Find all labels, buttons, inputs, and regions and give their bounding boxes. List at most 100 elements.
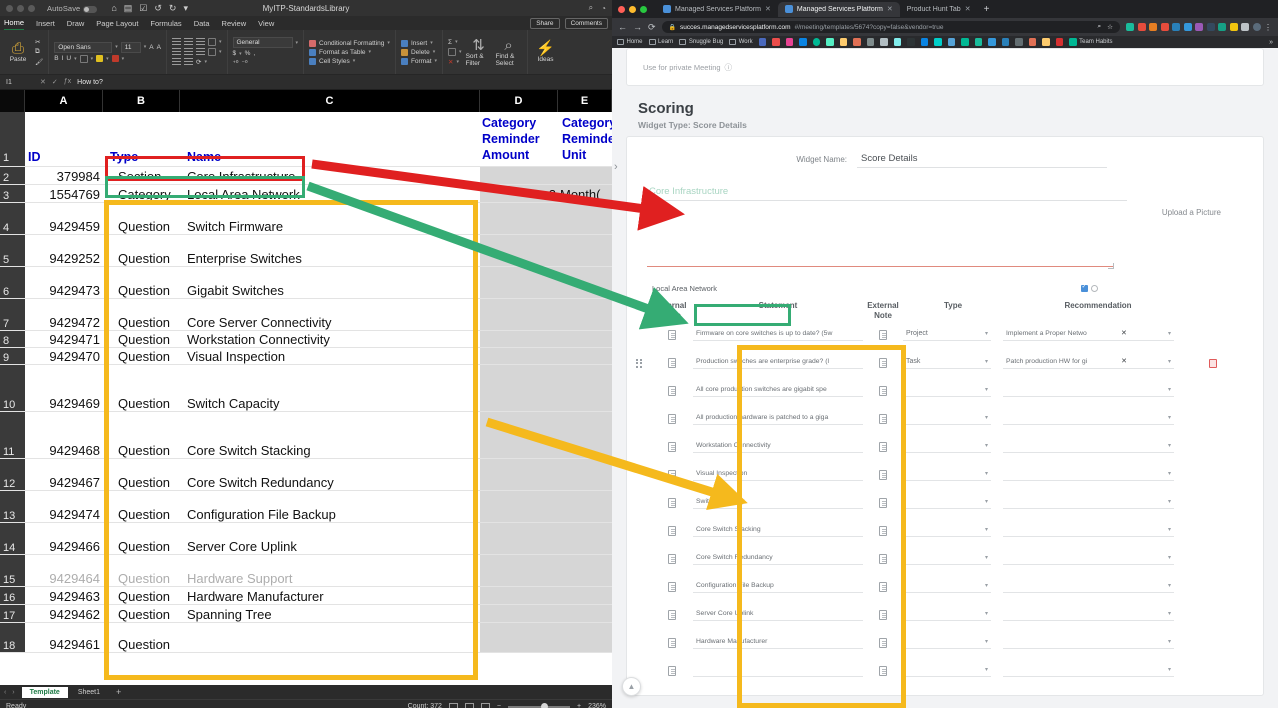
browser-tab-2[interactable]: Managed Services Platform ✕ [777,1,900,17]
chevron-down-icon[interactable]: ▾ [74,56,77,62]
external-note-cell[interactable] [863,442,903,452]
cell-a9[interactable]: 9429470 [25,348,103,364]
cell-b14[interactable]: Question [103,523,180,554]
cell-d4[interactable] [480,203,558,234]
bookmark-icon-8[interactable] [853,38,861,46]
recommendation-cell[interactable]: ▾ [1003,554,1193,565]
cell-e11[interactable] [558,412,612,458]
bookmark-icon-21[interactable] [1028,38,1037,46]
bookmarks-overflow-icon[interactable]: » [1269,39,1273,46]
cell-a17[interactable]: 9429462 [25,605,103,622]
profile-avatar-icon[interactable] [1252,23,1261,31]
column-header-d[interactable]: D [480,90,558,112]
cell-a5[interactable]: 9429252 [25,235,103,266]
format-cells-button[interactable]: Format ▾ [400,57,437,65]
statement-cell[interactable]: Switch Capacity [693,498,863,509]
ribbon-tab-home[interactable]: Home [4,18,25,30]
bookmark-icon-22[interactable] [1042,38,1050,46]
recommendation-cell[interactable]: ▾ [1003,666,1193,677]
cell-a7[interactable]: 9429472 [25,299,103,330]
align-center-icon[interactable] [183,48,193,56]
cell-a1[interactable]: ID [25,112,103,166]
table-row[interactable]: 17 9429462 Question Spanning Tree [0,605,612,623]
textarea-resize-grip[interactable] [1108,263,1114,269]
note-document-icon[interactable] [668,330,676,340]
delete-cell[interactable] [1193,358,1233,368]
browser-menu-icon[interactable]: ⋮ [1264,23,1272,32]
note-document-icon[interactable] [879,470,887,480]
ribbon-tab-data[interactable]: Data [194,19,210,30]
quick-access-toolbar[interactable]: ⌂ ▤ ☑ ↺ ↻ ▾ [111,3,188,14]
cell-b7[interactable]: Question [103,299,180,330]
widget-name-input[interactable] [857,151,1107,168]
note-document-icon[interactable] [668,554,676,564]
cell-e14[interactable] [558,523,612,554]
row-header-2[interactable]: 2 [0,167,25,184]
cell-b16[interactable]: Question [103,587,180,604]
cell-e12[interactable] [558,459,612,490]
sheet-nav-arrows[interactable]: ‹ › [4,689,17,696]
row-header-7[interactable]: 7 [0,299,25,330]
cell-c3[interactable]: Local Area Network [180,185,480,202]
cell-e9[interactable] [558,348,612,364]
bookmark-icon-2[interactable] [772,38,780,46]
cell-e8[interactable] [558,331,612,347]
recommendation-cell[interactable]: Implement a Proper Netwo ✕ ▾ [1003,329,1193,341]
bookmark-icon-23[interactable] [1055,38,1064,46]
chevron-down-icon[interactable]: ▾ [204,59,207,65]
cell-c7[interactable]: Core Server Connectivity [180,299,480,330]
chevron-down-icon[interactable]: ▾ [459,49,462,55]
cell-e2[interactable] [558,167,612,184]
account-icon[interactable]: ◔ [601,4,606,13]
chevron-down-icon[interactable]: ▾ [239,51,242,57]
bookmark-icon-10[interactable] [880,38,888,46]
type-cell[interactable]: ▾ [903,554,1003,565]
statement-cell[interactable]: All production hardware is patched to a … [693,414,863,425]
internal-note-cell[interactable] [651,498,693,508]
cell-c12[interactable]: Core Switch Redundancy [180,459,480,490]
row-header-18[interactable]: 18 [0,623,25,652]
cell-e10[interactable] [558,365,612,411]
ideas-button[interactable]: ⚡ Ideas [533,41,559,63]
cell-styles-button[interactable]: Cell Styles ▾ [309,57,390,65]
cell-b10[interactable]: Question [103,365,180,411]
external-note-cell[interactable] [863,610,903,620]
cell-d14[interactable] [480,523,558,554]
table-row[interactable]: Core Switch Stacking ▾ ▾ [627,517,1263,545]
paste-button[interactable]: ⎙ Paste [5,41,31,63]
column-header-b[interactable]: B [103,90,180,112]
bookmark-icon-16[interactable] [961,38,969,46]
sidebar-expand-icon[interactable]: › [614,161,618,173]
statement-cell[interactable]: Production switches are enterprise grade… [693,358,863,369]
table-row[interactable]: Visual Inspection ▾ ▾ [627,461,1263,489]
chevron-down-icon[interactable]: ▾ [122,56,125,62]
cell-e6[interactable] [558,267,612,298]
table-row[interactable]: ▾ ▾ [627,657,1263,685]
table-row[interactable]: 13 9429474 Question Configuration File Back… [0,491,612,523]
bookmark-icon-7[interactable] [839,38,848,46]
cell-c15[interactable]: Hardware Support [180,555,480,586]
cell-c2[interactable]: Core Infrastructure [180,167,480,184]
recommendation-cell[interactable]: ▾ [1003,414,1193,425]
statement-cell[interactable]: Core Switch Redundancy [693,554,863,565]
cell-b13[interactable]: Question [103,491,180,522]
autosave-toggle[interactable] [83,5,98,13]
format-painter-icon[interactable]: 🖌 [35,58,43,66]
bookmark-icon-17[interactable] [974,38,983,46]
cell-b18[interactable]: Question [103,623,180,652]
note-document-icon[interactable] [879,526,887,536]
bookmark-home[interactable]: Home [617,39,643,45]
formula-input[interactable]: How to? [77,79,103,86]
table-row[interactable]: 12 9429467 Question Core Switch Redundancy [0,459,612,491]
table-row[interactable]: All production hardware is patched to a … [627,405,1263,433]
borders-icon[interactable] [79,54,88,63]
recommendation-cell[interactable]: ▾ [1003,498,1193,509]
internal-note-cell[interactable] [651,610,693,620]
align-bottom-icon[interactable] [195,38,205,46]
cell-a12[interactable]: 9429467 [25,459,103,490]
bold-icon[interactable]: B [54,55,58,62]
save-icon[interactable]: ▤ [124,3,133,14]
note-document-icon[interactable] [668,358,676,368]
cell-a8[interactable]: 9429471 [25,331,103,347]
cell-d7[interactable] [480,299,558,330]
